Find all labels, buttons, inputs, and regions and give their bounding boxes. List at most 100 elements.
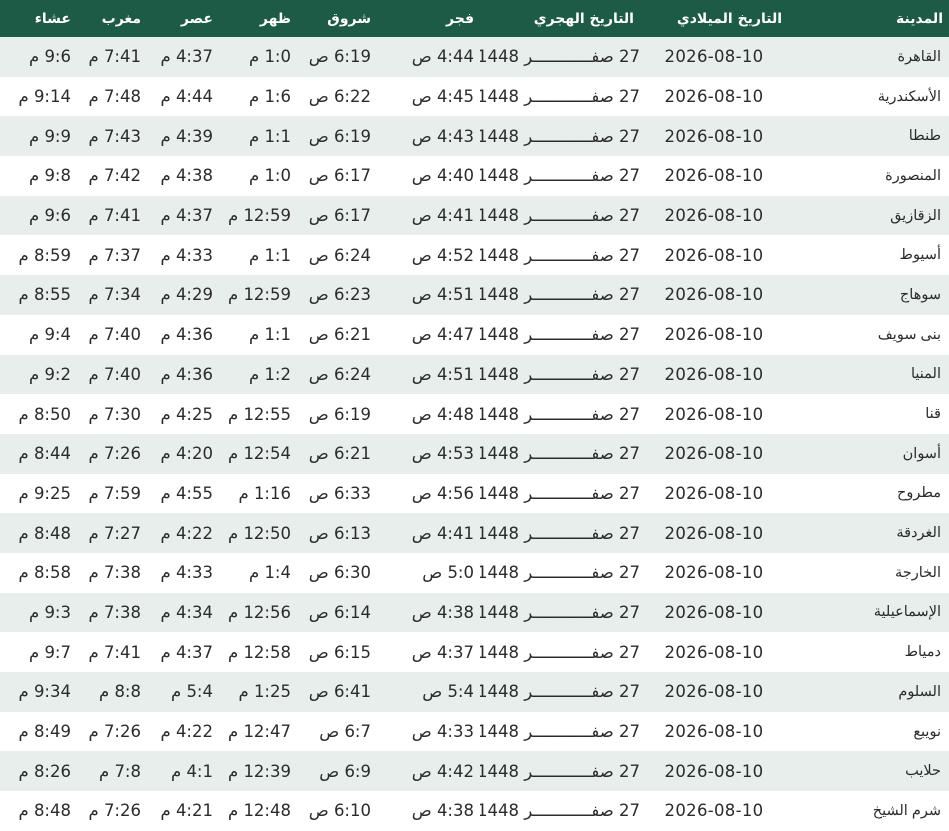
- fajr-cell: 4:56 ص: [411, 483, 474, 503]
- asr-cell: 4:21 م: [160, 801, 213, 821]
- dhuhr-cell: 12:54 م: [227, 444, 291, 464]
- hijri-date-cell: 27 صفــــــــــــر 1448: [480, 801, 640, 821]
- asr-cell: 4:1 م: [170, 761, 213, 781]
- fajr-cell: 4:37 ص: [411, 642, 474, 662]
- gregorian-date-cell: 2026-08-10: [664, 801, 764, 821]
- fajr-cell: 4:33 ص: [411, 722, 474, 742]
- maghrib-cell: 7:48 م: [88, 87, 141, 107]
- fajr-cell: 4:40 ص: [411, 166, 474, 186]
- gregorian-date-cell: 2026-08-10: [664, 325, 764, 345]
- asr-cell: 5:4 م: [170, 682, 213, 702]
- fajr-cell: 4:41 ص: [411, 523, 474, 543]
- gregorian-date-cell: 2026-08-10: [664, 404, 764, 424]
- city-cell: طنطا: [908, 128, 941, 145]
- city-cell: سوهاج: [899, 286, 941, 303]
- hijri-date-cell: 27 صفــــــــــــر 1448: [480, 444, 640, 464]
- isha-cell: 9:2 م: [28, 364, 71, 384]
- dhuhr-cell: 12:47 م: [227, 722, 291, 742]
- sunrise-cell: 6:33 ص: [308, 483, 371, 503]
- isha-cell: 8:26 م: [18, 761, 71, 781]
- table-row: أسوان 2026-08-10 27 صفــــــــــــر 1448 4:…: [0, 433, 949, 474]
- isha-cell: 9:8 م: [28, 166, 71, 186]
- header-maghrib: مغرب: [101, 10, 141, 27]
- dhuhr-cell: 1:2 م: [248, 364, 291, 384]
- maghrib-cell: 7:27 م: [88, 523, 141, 543]
- asr-cell: 4:37 م: [160, 47, 213, 67]
- hijri-date-cell: 27 صفــــــــــــر 1448: [480, 563, 640, 583]
- maghrib-cell: 7:30 م: [88, 404, 141, 424]
- table-row: بنى سويف 2026-08-10 27 صفــــــــــــر 144…: [0, 314, 949, 355]
- gregorian-date-cell: 2026-08-10: [664, 444, 764, 464]
- fajr-cell: 4:53 ص: [411, 444, 474, 464]
- header-fajr: فجر: [446, 10, 474, 27]
- gregorian-date-cell: 2026-08-10: [664, 364, 764, 384]
- sunrise-cell: 6:17 ص: [308, 166, 371, 186]
- dhuhr-cell: 1:1 م: [248, 245, 291, 265]
- city-cell: الإسماعيلية: [873, 604, 941, 621]
- city-cell: مطروح: [896, 485, 941, 502]
- gregorian-date-cell: 2026-08-10: [664, 245, 764, 265]
- city-cell: الزقازيق: [890, 207, 941, 224]
- table-body: القاهرة 2026-08-10 27 صفــــــــــــر 1448…: [0, 37, 949, 831]
- asr-cell: 4:33 م: [160, 563, 213, 583]
- isha-cell: 9:6 م: [28, 206, 71, 226]
- maghrib-cell: 7:43 م: [88, 126, 141, 146]
- city-cell: السلوم: [898, 683, 941, 700]
- gregorian-date-cell: 2026-08-10: [664, 206, 764, 226]
- table-row: دمياط 2026-08-10 27 صفــــــــــــر 1448 4:…: [0, 632, 949, 672]
- isha-cell: 9:3 م: [28, 602, 71, 622]
- city-cell: الأسكندرية: [877, 88, 941, 105]
- hijri-date-cell: 27 صفــــــــــــر 1448: [480, 404, 640, 424]
- dhuhr-cell: 1:0 م: [248, 47, 291, 67]
- asr-cell: 4:22 م: [160, 523, 213, 543]
- dhuhr-cell: 12:58 م: [227, 642, 291, 662]
- maghrib-cell: 7:38 م: [88, 602, 141, 622]
- maghrib-cell: 8:8 م: [98, 682, 141, 702]
- isha-cell: 8:48 م: [18, 801, 71, 821]
- hijri-date-cell: 27 صفــــــــــــر 1448: [480, 722, 640, 742]
- table-row: طنطا 2026-08-10 27 صفــــــــــــر 1448 4:4…: [0, 116, 949, 157]
- asr-cell: 4:38 م: [160, 166, 213, 186]
- sunrise-cell: 6:14 ص: [308, 602, 371, 622]
- maghrib-cell: 7:40 م: [88, 325, 141, 345]
- fajr-cell: 4:51 ص: [411, 364, 474, 384]
- maghrib-cell: 7:42 م: [88, 166, 141, 186]
- table-row: مطروح 2026-08-10 27 صفــــــــــــر 1448 4:…: [0, 473, 949, 514]
- gregorian-date-cell: 2026-08-10: [664, 602, 764, 622]
- dhuhr-cell: 12:48 م: [227, 801, 291, 821]
- isha-cell: 8:58 م: [18, 563, 71, 583]
- gregorian-date-cell: 2026-08-10: [664, 642, 764, 662]
- city-cell: حلايب: [905, 763, 941, 780]
- city-cell: أسوان: [902, 445, 941, 462]
- hijri-date-cell: 27 صفــــــــــــر 1448: [480, 245, 640, 265]
- hijri-date-cell: 27 صفــــــــــــر 1448: [480, 87, 640, 107]
- gregorian-date-cell: 2026-08-10: [664, 47, 764, 67]
- asr-cell: 4:36 م: [160, 364, 213, 384]
- table-header-row: المدينة التاريخ الميلادي التاريخ الهجري …: [0, 0, 949, 37]
- sunrise-cell: 6:24 ص: [308, 364, 371, 384]
- isha-cell: 8:55 م: [18, 285, 71, 305]
- dhuhr-cell: 1:25 م: [238, 682, 291, 702]
- table-row: القاهرة 2026-08-10 27 صفــــــــــــر 1448…: [0, 37, 949, 77]
- asr-cell: 4:39 م: [160, 126, 213, 146]
- gregorian-date-cell: 2026-08-10: [664, 285, 764, 305]
- isha-cell: 8:50 م: [18, 404, 71, 424]
- hijri-date-cell: 27 صفــــــــــــر 1448: [480, 166, 640, 186]
- fajr-cell: 4:44 ص: [411, 47, 474, 67]
- fajr-cell: 4:43 ص: [411, 126, 474, 146]
- isha-cell: 9:6 م: [28, 47, 71, 67]
- table-row: الزقازيق 2026-08-10 27 صفــــــــــــر 144…: [0, 195, 949, 236]
- dhuhr-cell: 1:16 م: [238, 483, 291, 503]
- hijri-date-cell: 27 صفــــــــــــر 1448: [480, 483, 640, 503]
- sunrise-cell: 6:21 ص: [308, 325, 371, 345]
- maghrib-cell: 7:26 م: [88, 801, 141, 821]
- hijri-date-cell: 27 صفــــــــــــر 1448: [480, 285, 640, 305]
- table-row: سوهاج 2026-08-10 27 صفــــــــــــر 1448 4:…: [0, 275, 949, 315]
- table-row: الأسكندرية 2026-08-10 27 صفــــــــــــر 1…: [0, 76, 949, 117]
- gregorian-date-cell: 2026-08-10: [664, 761, 764, 781]
- fajr-cell: 4:42 ص: [411, 761, 474, 781]
- hijri-date-cell: 27 صفــــــــــــر 1448: [480, 126, 640, 146]
- sunrise-cell: 6:41 ص: [308, 682, 371, 702]
- dhuhr-cell: 1:4 م: [248, 563, 291, 583]
- city-cell: نويبع: [913, 723, 941, 740]
